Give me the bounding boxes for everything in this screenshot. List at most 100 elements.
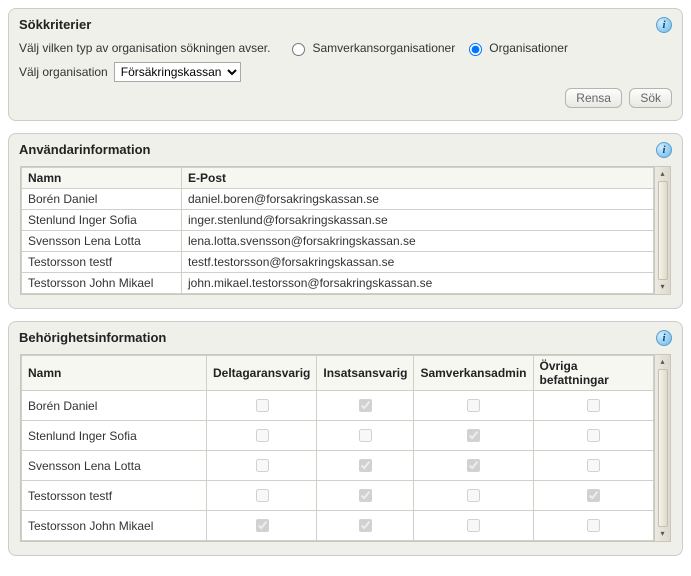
deltagar-checkbox[interactable] [256, 399, 269, 412]
radio-samverkan[interactable] [292, 43, 305, 56]
table-row[interactable]: Borén Daniel [22, 391, 654, 421]
cell-email: john.mikael.testorsson@forsakringskassan… [182, 273, 654, 294]
cell-ovriga [533, 451, 654, 481]
cell-name: Testorsson John Mikael [22, 273, 182, 294]
cell-name: Svensson Lena Lotta [22, 231, 182, 252]
scroll-up-icon[interactable]: ▴ [660, 357, 664, 367]
ovriga-checkbox[interactable] [587, 429, 600, 442]
perm-panel: i Behörighetsinformation Namn Deltagaran… [8, 321, 683, 556]
userinfo-table: Namn E-Post Borén Danieldaniel.boren@for… [21, 167, 654, 294]
col-name: Namn [22, 356, 207, 391]
scrollbar[interactable]: ▴ ▾ [655, 166, 671, 295]
scrollbar[interactable]: ▴ ▾ [655, 354, 671, 542]
scroll-thumb[interactable] [658, 369, 668, 527]
org-select[interactable]: Försäkringskassan [114, 62, 241, 82]
cell-ovriga [533, 421, 654, 451]
userinfo-panel: i Användarinformation Namn E-Post Borén … [8, 133, 683, 309]
cell-ovriga [533, 481, 654, 511]
info-icon[interactable]: i [656, 330, 672, 346]
cell-insats [317, 481, 414, 511]
cell-name: Svensson Lena Lotta [22, 451, 207, 481]
samverkan-checkbox[interactable] [467, 429, 480, 442]
cell-insats [317, 391, 414, 421]
table-row[interactable]: Borén Danieldaniel.boren@forsakringskass… [22, 189, 654, 210]
ovriga-checkbox[interactable] [587, 489, 600, 502]
info-icon[interactable]: i [656, 142, 672, 158]
cell-insats [317, 451, 414, 481]
cell-name: Stenlund Inger Sofia [22, 421, 207, 451]
deltagar-checkbox[interactable] [256, 459, 269, 472]
table-row[interactable]: Stenlund Inger Sofiainger.stenlund@forsa… [22, 210, 654, 231]
cell-email: lena.lotta.svensson@forsakringskassan.se [182, 231, 654, 252]
insats-checkbox[interactable] [359, 489, 372, 502]
cell-email: inger.stenlund@forsakringskassan.se [182, 210, 654, 231]
cell-name: Borén Daniel [22, 189, 182, 210]
cell-samverkan [414, 421, 533, 451]
cell-email: testf.testorsson@forsakringskassan.se [182, 252, 654, 273]
perm-table: Namn Deltagaransvarig Insatsansvarig Sam… [21, 355, 654, 541]
table-row[interactable]: Stenlund Inger Sofia [22, 421, 654, 451]
table-row[interactable]: Svensson Lena Lottalena.lotta.svensson@f… [22, 231, 654, 252]
search-panel: i Sökkriterier Välj vilken typ av organi… [8, 8, 683, 121]
search-title: Sökkriterier [19, 17, 672, 32]
cell-name: Testorsson testf [22, 481, 207, 511]
insats-checkbox[interactable] [359, 399, 372, 412]
samverkan-checkbox[interactable] [467, 519, 480, 532]
cell-name: Stenlund Inger Sofia [22, 210, 182, 231]
table-row[interactable]: Testorsson testf [22, 481, 654, 511]
perm-title: Behörighetsinformation [19, 330, 672, 345]
deltagar-checkbox[interactable] [256, 489, 269, 502]
scroll-down-icon[interactable]: ▾ [660, 282, 664, 292]
insats-checkbox[interactable] [359, 519, 372, 532]
cell-samverkan [414, 391, 533, 421]
insats-checkbox[interactable] [359, 459, 372, 472]
deltagar-checkbox[interactable] [256, 429, 269, 442]
samverkan-checkbox[interactable] [467, 459, 480, 472]
cell-deltagar [207, 421, 317, 451]
col-email: E-Post [182, 168, 654, 189]
ovriga-checkbox[interactable] [587, 459, 600, 472]
cell-samverkan [414, 451, 533, 481]
col-insats: Insatsansvarig [317, 356, 414, 391]
samverkan-checkbox[interactable] [467, 399, 480, 412]
ovriga-checkbox[interactable] [587, 519, 600, 532]
org-type-label: Välj vilken typ av organisation sökninge… [19, 41, 270, 55]
radio-organisationer[interactable] [469, 43, 482, 56]
scroll-up-icon[interactable]: ▴ [660, 169, 664, 179]
scroll-down-icon[interactable]: ▾ [660, 529, 664, 539]
cell-samverkan [414, 481, 533, 511]
cell-email: daniel.boren@forsakringskassan.se [182, 189, 654, 210]
col-samverkan: Samverkansadmin [414, 356, 533, 391]
table-row[interactable]: Testorsson John Mikaeljohn.mikael.testor… [22, 273, 654, 294]
radio-samverkan-label: Samverkansorganisationer [312, 41, 455, 55]
cell-ovriga [533, 391, 654, 421]
cell-insats [317, 421, 414, 451]
scroll-thumb[interactable] [658, 181, 668, 280]
cell-name: Testorsson John Mikael [22, 511, 207, 541]
cell-deltagar [207, 481, 317, 511]
cell-insats [317, 511, 414, 541]
deltagar-checkbox[interactable] [256, 519, 269, 532]
userinfo-title: Användarinformation [19, 142, 672, 157]
col-name: Namn [22, 168, 182, 189]
info-icon[interactable]: i [656, 17, 672, 33]
cell-name: Borén Daniel [22, 391, 207, 421]
radio-organisationer-label: Organisationer [489, 41, 568, 55]
cell-deltagar [207, 451, 317, 481]
ovriga-checkbox[interactable] [587, 399, 600, 412]
cell-samverkan [414, 511, 533, 541]
insats-checkbox[interactable] [359, 429, 372, 442]
table-row[interactable]: Testorsson testftestf.testorsson@forsakr… [22, 252, 654, 273]
clear-button[interactable]: Rensa [565, 88, 622, 108]
cell-deltagar [207, 391, 317, 421]
org-select-label: Välj organisation [19, 65, 108, 79]
col-ovriga: Övriga befattningar [533, 356, 654, 391]
cell-deltagar [207, 511, 317, 541]
col-deltagar: Deltagaransvarig [207, 356, 317, 391]
table-row[interactable]: Testorsson John Mikael [22, 511, 654, 541]
cell-ovriga [533, 511, 654, 541]
table-row[interactable]: Svensson Lena Lotta [22, 451, 654, 481]
search-button[interactable]: Sök [629, 88, 672, 108]
cell-name: Testorsson testf [22, 252, 182, 273]
samverkan-checkbox[interactable] [467, 489, 480, 502]
